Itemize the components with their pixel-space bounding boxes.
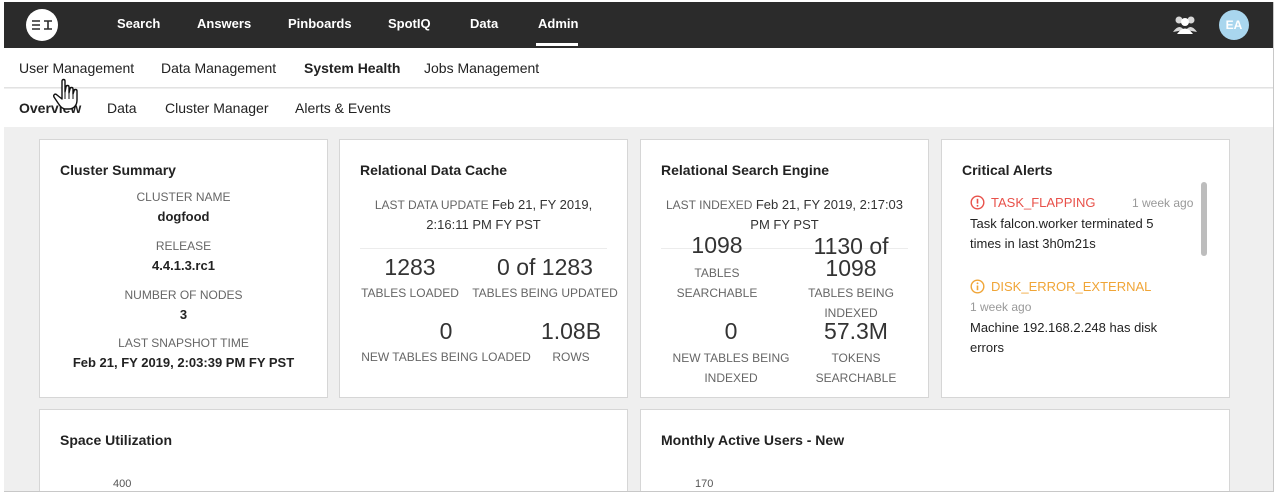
y-axis-tick: 170 — [695, 478, 714, 490]
last-indexed-label: LAST INDEXED — [665, 198, 753, 212]
tables-searchable-value: 1098 — [691, 232, 743, 258]
data-cache-card: Relational Data Cache LAST DATA UPDATE F… — [339, 139, 628, 398]
top-nav: Search Answers Pinboards SpotIQ Data Adm… — [4, 2, 1273, 48]
alert-name[interactable]: TASK_FLAPPING — [991, 195, 1096, 210]
tokens-label: TOKENS — [831, 351, 881, 365]
nav-spotiq[interactable]: SpotIQ — [388, 16, 431, 31]
tab-alerts-events[interactable]: Alerts & Events — [295, 100, 391, 116]
card-title: Relational Search Engine — [661, 162, 830, 178]
last-indexed-line: LAST INDEXED Feb 21, FY 2019, 2:17:03 — [641, 195, 928, 215]
admin-subnav: User Management Data Management System H… — [4, 48, 1273, 88]
alert-message: Task falcon.worker terminated 5 — [970, 216, 1154, 231]
nav-answers[interactable]: Answers — [197, 16, 251, 31]
tab-data[interactable]: Data — [107, 100, 137, 116]
last-indexed-value: Feb 21, FY 2019, 2:17:03 — [755, 197, 904, 212]
release-label: RELEASE — [155, 239, 212, 253]
alert-message-2: errors — [970, 340, 1004, 355]
last-update-value-2: 2:16:11 PM FY PST — [426, 217, 541, 232]
last-update-label: LAST DATA UPDATE — [374, 198, 489, 212]
subnav-system-health[interactable]: System Health — [304, 60, 400, 76]
space-utilization-card: Space Utilization 400 — [39, 409, 628, 491]
tokens-label-2: SEARCHABLE — [815, 371, 897, 385]
nav-search[interactable]: Search — [117, 16, 160, 31]
new-tables-label: NEW TABLES BEING LOADED — [361, 350, 531, 364]
tables-loaded-value: 1283 — [384, 254, 436, 280]
nav-admin[interactable]: Admin — [538, 16, 578, 31]
nodes-label: NUMBER OF NODES — [124, 288, 243, 302]
error-icon — [970, 195, 985, 215]
alert-time: 1 week ago — [1132, 196, 1194, 210]
divider — [360, 248, 607, 249]
alerts-scrollbar[interactable] — [1201, 182, 1207, 256]
nav-data[interactable]: Data — [470, 16, 498, 31]
tables-searchable-label-2: SEARCHABLE — [676, 286, 758, 300]
subnav-jobs-management[interactable]: Jobs Management — [424, 60, 539, 76]
rows-value: 1.08B — [540, 318, 602, 344]
tables-searchable-label: TABLES — [694, 266, 740, 280]
hand-cursor-icon — [52, 78, 86, 117]
card-title: Critical Alerts — [962, 162, 1053, 178]
tokens-value: 57.3M — [824, 318, 888, 344]
subnav-data-management[interactable]: Data Management — [161, 60, 276, 76]
alert-message: Machine 192.168.2.248 has disk — [970, 320, 1158, 335]
new-tables-indexed-value: 0 — [724, 318, 738, 344]
rows-label: ROWS — [552, 350, 590, 364]
app-window: Search Answers Pinboards SpotIQ Data Adm… — [4, 2, 1274, 492]
users-icon[interactable] — [1172, 13, 1198, 40]
y-axis-tick: 400 — [113, 478, 132, 490]
new-tables-value: 0 — [439, 318, 453, 344]
tables-updated-label: TABLES BEING UPDATED — [472, 286, 618, 300]
alert-time: 1 week ago — [970, 300, 1032, 314]
last-update-value: Feb 21, FY 2019, — [491, 197, 593, 212]
alert-name[interactable]: DISK_ERROR_EXTERNAL — [991, 279, 1151, 294]
nav-pinboards[interactable]: Pinboards — [288, 16, 352, 31]
tables-loaded-label: TABLES LOADED — [361, 286, 459, 300]
cluster-name-label: CLUSTER NAME — [136, 190, 231, 204]
cluster-name-value: dogfood — [157, 209, 210, 224]
active-nav-indicator — [536, 43, 578, 46]
snapshot-value: Feb 21, FY 2019, 2:03:39 PM FY PST — [72, 355, 295, 370]
release-value: 4.4.1.3.rc1 — [152, 258, 215, 273]
nodes-value: 3 — [179, 307, 188, 322]
user-avatar[interactable]: EA — [1219, 10, 1249, 40]
tables-updated-value: 0 of 1283 — [497, 254, 593, 280]
card-title: Relational Data Cache — [360, 162, 508, 178]
critical-alerts-card: Critical Alerts TASK_FLAPPING 1 week ago… — [941, 139, 1230, 398]
tab-cluster-manager[interactable]: Cluster Manager — [165, 100, 269, 116]
system-health-tabs: Overview Data Cluster Manager Alerts & E… — [4, 89, 1273, 127]
thoughtspot-logo[interactable] — [26, 9, 58, 41]
search-engine-card: Relational Search Engine LAST INDEXED Fe… — [640, 139, 929, 398]
card-title: Space Utilization — [60, 432, 173, 448]
tables-indexed-value-2: 1098 — [825, 255, 877, 281]
card-title: Monthly Active Users - New — [661, 432, 845, 448]
monthly-users-card: Monthly Active Users - New 170 — [640, 409, 1230, 491]
warning-icon — [970, 279, 985, 299]
new-tables-indexed-label: NEW TABLES BEING — [672, 351, 790, 365]
card-title: Cluster Summary — [60, 162, 176, 178]
subnav-user-management[interactable]: User Management — [19, 60, 134, 76]
snapshot-label: LAST SNAPSHOT TIME — [118, 336, 249, 350]
last-update-line: LAST DATA UPDATE Feb 21, FY 2019, — [340, 195, 627, 215]
cluster-summary-card: Cluster Summary CLUSTER NAME dogfood REL… — [39, 139, 328, 398]
tables-indexed-label: TABLES BEING — [808, 286, 894, 300]
alert-message-2: times in last 3h0m21s — [970, 236, 1096, 251]
new-tables-indexed-label-2: INDEXED — [704, 371, 758, 385]
